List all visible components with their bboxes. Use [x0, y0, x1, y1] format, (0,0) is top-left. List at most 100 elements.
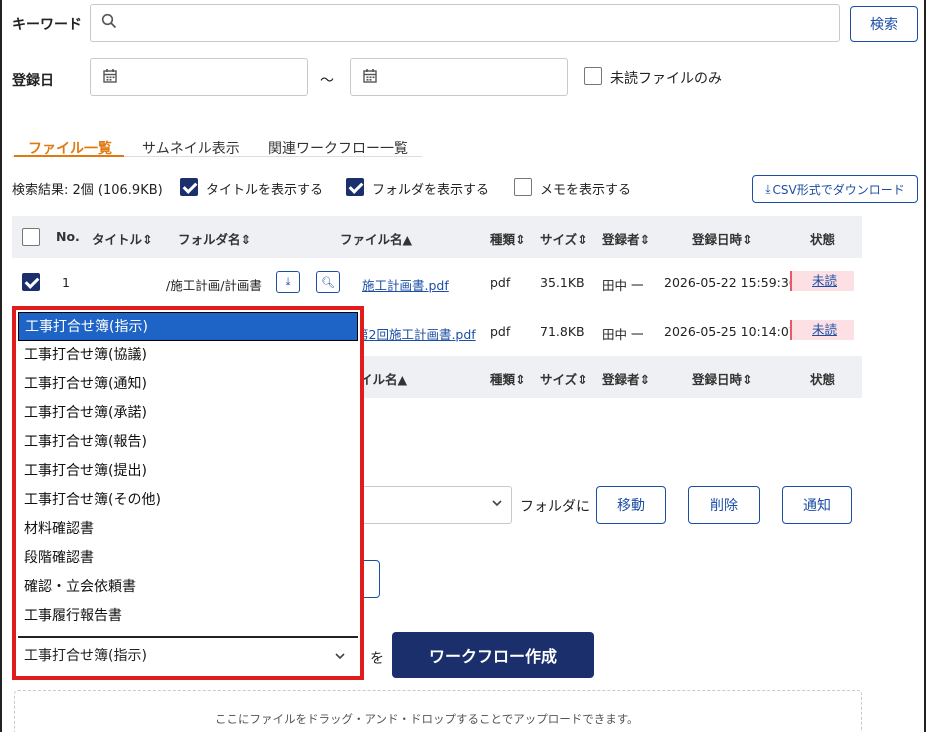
show-folder-checkbox[interactable]: [346, 178, 364, 196]
tab-related-workflow[interactable]: 関連ワークフロー一覧: [268, 138, 408, 158]
keyword-label: キーワード: [12, 17, 82, 33]
tab-thumbnail[interactable]: サムネイル表示: [142, 138, 240, 158]
option-item[interactable]: 材料確認書: [18, 515, 358, 544]
footer-header-date[interactable]: 登録日時⇕: [692, 369, 753, 388]
status-badge[interactable]: 未読: [790, 271, 854, 291]
sort-icon: ⇕: [515, 372, 526, 387]
date-from-input[interactable]: [90, 58, 308, 96]
option-item[interactable]: 工事打合せ簿(報告): [18, 428, 358, 457]
sort-asc-icon: ▲: [402, 232, 413, 247]
select-all-checkbox[interactable]: [22, 228, 40, 246]
header-status: 状態: [810, 232, 836, 247]
search-button[interactable]: 検索: [850, 6, 918, 42]
option-item[interactable]: 段階確認書: [18, 544, 358, 573]
active-tab-indicator: [14, 155, 124, 157]
preview-button[interactable]: 🔍︎: [316, 271, 340, 293]
option-item[interactable]: 確認・立会依頼書: [18, 573, 358, 602]
page-frame: キーワード 検索 登録日 ～ 未読ファイルのみ ファイル一覧 サムネイル表示 関…: [0, 0, 926, 732]
table-header: No. タイトル⇕ フォルダ名⇕ ファイル名▲ 種類⇕ サイズ⇕ 登録者⇕ 登録…: [12, 216, 862, 258]
dropzone-text: ここにファイルをドラッグ・アンド・ドロップすることでアップロードできます。: [215, 712, 639, 726]
row-checkbox[interactable]: [22, 273, 40, 291]
workflow-type-options: 工事打合せ簿(指示) 工事打合せ簿(協議) 工事打合せ簿(通知) 工事打合せ簿(…: [18, 312, 358, 631]
footer-header-user[interactable]: 登録者⇕: [602, 369, 650, 388]
show-folder-label: フォルダを表示する: [372, 183, 490, 198]
unread-only-checkbox[interactable]: [584, 67, 602, 85]
sort-icon: ⇕: [742, 232, 753, 247]
magnifier-icon: 🔍︎: [321, 275, 335, 289]
row-file-link[interactable]: 施工計画書.pdf: [362, 275, 449, 294]
download-icon: ⤓: [285, 275, 291, 288]
show-memo-label: メモを表示する: [540, 183, 632, 198]
row-size: 35.1KB: [540, 275, 585, 290]
move-button[interactable]: 移動: [596, 486, 666, 524]
footer-header-size[interactable]: サイズ⇕: [540, 369, 588, 388]
header-no: No.: [56, 229, 80, 244]
option-item[interactable]: 工事打合せ簿(指示): [18, 312, 358, 341]
keyword-input[interactable]: [90, 4, 840, 42]
row-date: 2026-05-22 15:59:36: [664, 275, 797, 290]
workflow-suffix: を: [370, 651, 384, 667]
search-icon: [101, 13, 117, 33]
sort-icon: ⇕: [742, 372, 753, 387]
header-type[interactable]: 種類⇕: [490, 229, 526, 248]
row-user: 田中 一: [602, 327, 644, 342]
date-to-input[interactable]: [350, 58, 568, 96]
calendar-icon: [103, 68, 117, 87]
chevron-down-icon: [491, 497, 503, 512]
sort-icon: ⇕: [577, 232, 588, 247]
sort-icon: ⇕: [240, 232, 251, 247]
date-range-separator: ～: [320, 73, 334, 89]
option-item[interactable]: 工事打合せ簿(承諾): [18, 399, 358, 428]
download-button[interactable]: ⤓: [276, 271, 300, 293]
status-badge[interactable]: 未読: [790, 320, 854, 340]
option-item[interactable]: 工事打合せ簿(提出): [18, 457, 358, 486]
header-title[interactable]: タイトル⇕: [92, 229, 153, 248]
workflow-type-dropdown: 工事打合せ簿(指示) 工事打合せ簿(協議) 工事打合せ簿(通知) 工事打合せ簿(…: [12, 306, 364, 680]
csv-download-label: CSV形式でダウンロード: [772, 182, 905, 197]
chevron-down-icon: [334, 640, 346, 676]
header-user[interactable]: 登録者⇕: [602, 229, 650, 248]
header-file[interactable]: ファイル名▲: [340, 229, 412, 248]
header-folder[interactable]: フォルダ名⇕: [178, 229, 251, 248]
delete-button[interactable]: 削除: [688, 486, 760, 524]
row-type: pdf: [490, 275, 511, 290]
workflow-type-select[interactable]: 工事打合せ簿(指示): [18, 636, 358, 674]
download-icon: ⤓: [765, 181, 771, 196]
workflow-type-selected: 工事打合せ簿(指示): [24, 648, 147, 664]
folder-to-label: フォルダに: [520, 499, 590, 515]
header-size[interactable]: サイズ⇕: [540, 229, 588, 248]
row-folder: /施工計画/計画書: [166, 278, 262, 293]
date-label: 登録日: [12, 73, 54, 89]
create-workflow-button[interactable]: ワークフロー作成: [392, 632, 594, 678]
footer-header-file[interactable]: イル名▲: [360, 369, 407, 388]
row-date: 2026-05-25 10:14:07: [664, 324, 797, 339]
show-title-label: タイトルを表示する: [206, 183, 324, 198]
file-dropzone[interactable]: ここにファイルをドラッグ・アンド・ドロップすることでアップロードできます。: [14, 690, 862, 732]
header-date[interactable]: 登録日時⇕: [692, 229, 753, 248]
notify-button[interactable]: 通知: [782, 486, 852, 524]
row-type: pdf: [490, 324, 511, 339]
option-item[interactable]: 工事打合せ簿(協議): [18, 341, 358, 370]
csv-download-button[interactable]: ⤓ CSV形式でダウンロード: [752, 175, 918, 203]
row-size: 71.8KB: [540, 324, 585, 339]
row-user: 田中 一: [602, 278, 644, 293]
row-no: 1: [62, 275, 70, 290]
footer-header-type[interactable]: 種類⇕: [490, 369, 526, 388]
show-title-checkbox[interactable]: [180, 178, 198, 196]
option-item[interactable]: 工事打合せ簿(その他): [18, 486, 358, 515]
row-file-link[interactable]: 第2回施工計画書.pdf: [356, 324, 476, 343]
table-row: 1 /施工計画/計画書 ⤓ 🔍︎ 施工計画書.pdf pdf 35.1KB 田中…: [12, 258, 862, 306]
sort-icon: ⇕: [515, 232, 526, 247]
footer-header-status: 状態: [810, 372, 836, 387]
sort-icon: ⇕: [142, 232, 153, 247]
sort-asc-icon: ▲: [397, 372, 408, 387]
calendar-icon: [363, 68, 377, 87]
option-item[interactable]: 工事履行報告書: [18, 602, 358, 631]
show-memo-checkbox[interactable]: [514, 178, 532, 196]
result-summary: 検索結果: 2個 (106.9KB): [12, 183, 163, 198]
unread-only-label: 未読ファイルのみ: [610, 71, 722, 87]
option-item[interactable]: 工事打合せ簿(通知): [18, 370, 358, 399]
sort-icon: ⇕: [577, 372, 588, 387]
sort-icon: ⇕: [639, 372, 650, 387]
sort-icon: ⇕: [639, 232, 650, 247]
